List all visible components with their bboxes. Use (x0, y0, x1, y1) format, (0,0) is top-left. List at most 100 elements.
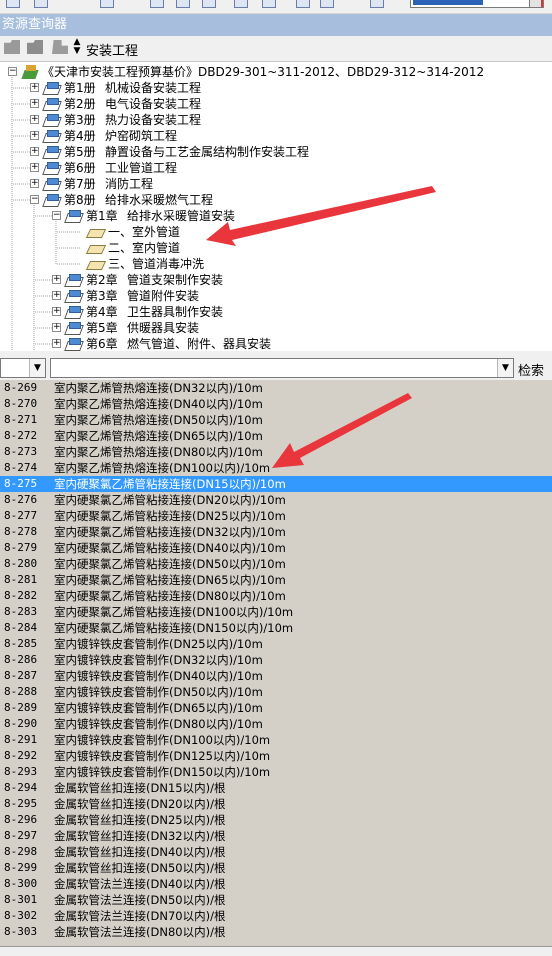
category-dropdown[interactable]: ▼ (0, 358, 46, 378)
tree-section-1[interactable]: 一、室外管道 (0, 224, 552, 240)
list-item[interactable]: 8-291 室内镀锌铁皮套管制作(DN100以内)/10m (0, 732, 552, 748)
list-item[interactable]: 8-273 室内聚乙烯管热熔连接(DN80以内)/10m (0, 444, 552, 460)
list-item[interactable]: 8-296 金属软管丝扣连接(DN25以内)/根 (0, 812, 552, 828)
expand-icon[interactable]: + (30, 131, 39, 140)
toolbar-icon[interactable] (370, 0, 384, 8)
expand-icon[interactable]: + (52, 307, 61, 316)
tree-volume-2[interactable]: + 第2册 电气设备安装工程 (0, 96, 552, 112)
toolbar-combo-button[interactable] (529, 0, 543, 7)
tree-node-label: 管道附件安装 (127, 289, 200, 303)
toolbar-icon[interactable] (296, 0, 310, 8)
list-item[interactable]: 8-292 室内镀锌铁皮套管制作(DN125以内)/10m (0, 748, 552, 764)
list-item[interactable]: 8-280 室内硬聚氯乙烯管粘接连接(DN50以内)/10m (0, 556, 552, 572)
tree-section-3[interactable]: 三、管道消毒冲洗 (0, 256, 552, 272)
open-folder-icon[interactable] (4, 40, 20, 54)
quota-code: 8-273 (4, 445, 38, 458)
tree-section-2[interactable]: 二、室内管道 (0, 240, 552, 256)
list-item[interactable]: 8-271 室内聚乙烯管热熔连接(DN50以内)/10m (0, 412, 552, 428)
tree-volume-8[interactable]: − 第8册 给排水采暖燃气工程 (0, 192, 552, 208)
tree-volume-4[interactable]: + 第4册 炉窑砌筑工程 (0, 128, 552, 144)
toolbar-icon[interactable] (320, 0, 334, 8)
tree-volume-7[interactable]: + 第7册 消防工程 (0, 176, 552, 192)
collapse-icon[interactable]: − (30, 195, 39, 204)
list-item[interactable]: 8-298 金属软管丝扣连接(DN40以内)/根 (0, 844, 552, 860)
tree-chapter-4[interactable]: + 第4章 卫生器具制作安装 (0, 304, 552, 320)
list-item[interactable]: 8-303 金属软管法兰连接(DN80以内)/根 (0, 924, 552, 940)
list-item[interactable]: 8-301 金属软管法兰连接(DN50以内)/根 (0, 892, 552, 908)
sub-toolbar: ▲ ▼ 安装工程 (0, 36, 552, 60)
list-item[interactable]: 8-283 室内硬聚氯乙烯管粘接连接(DN100以内)/10m (0, 604, 552, 620)
list-item[interactable]: 8-277 室内硬聚氯乙烯管粘接连接(DN25以内)/10m (0, 508, 552, 524)
tree-volume-3[interactable]: + 第3册 热力设备安装工程 (0, 112, 552, 128)
list-item[interactable]: 8-302 金属软管法兰连接(DN70以内)/根 (0, 908, 552, 924)
expand-icon[interactable]: + (30, 179, 39, 188)
book-icon (66, 274, 82, 286)
list-item[interactable]: 8-285 室内镀锌铁皮套管制作(DN25以内)/10m (0, 636, 552, 652)
list-item[interactable]: 8-279 室内硬聚氯乙烯管粘接连接(DN40以内)/10m (0, 540, 552, 556)
expand-icon[interactable]: + (52, 323, 61, 332)
list-item[interactable]: 8-300 金属软管法兰连接(DN40以内)/根 (0, 876, 552, 892)
list-item[interactable]: 8-290 室内镀锌铁皮套管制作(DN80以内)/10m (0, 716, 552, 732)
tree-view[interactable]: − 《天津市安装工程预算基价》DBD29-301~311-2012、DBD29-3… (0, 61, 552, 351)
tree-chapter-5[interactable]: + 第5章 供暖器具安装 (0, 320, 552, 336)
up-down-arrows-icon[interactable]: ▲ ▼ (73, 38, 81, 58)
tree-chapter-3[interactable]: + 第3章 管道附件安装 (0, 288, 552, 304)
tree-volume-6[interactable]: + 第6册 工业管道工程 (0, 160, 552, 176)
toolbar-icon[interactable] (34, 0, 48, 8)
expand-icon[interactable]: + (30, 163, 39, 172)
toolbar-icon[interactable] (176, 0, 190, 8)
list-item[interactable]: 8-284 室内硬聚氯乙烯管粘接连接(DN150以内)/10m (0, 620, 552, 636)
toolbar-icon[interactable] (100, 0, 114, 8)
expand-icon[interactable]: + (30, 115, 39, 124)
quota-list[interactable]: 8-269 室内聚乙烯管热熔连接(DN32以内)/10m 8-270 室内聚乙烯管热熔… (0, 380, 552, 946)
list-item[interactable]: 8-289 室内镀锌铁皮套管制作(DN65以内)/10m (0, 700, 552, 716)
collapse-icon[interactable]: − (8, 67, 17, 76)
chevron-down-icon[interactable]: ▼ (497, 359, 513, 377)
collapse-icon[interactable]: − (52, 211, 61, 220)
expand-icon[interactable]: + (30, 99, 39, 108)
toolbar-icon[interactable] (262, 0, 276, 8)
search-input[interactable]: ▼ (50, 358, 514, 378)
tree-chapter-6[interactable]: + 第6章 燃气管道、附件、器具安装 (0, 336, 552, 351)
tree-chapter-1[interactable]: − 第1章 给排水采暖管道安装 (0, 208, 552, 224)
tree-node-number: 第1册 (64, 81, 96, 95)
status-bar (0, 946, 552, 956)
list-item[interactable]: 8-272 室内聚乙烯管热熔连接(DN65以内)/10m (0, 428, 552, 444)
toolbar-combo[interactable] (410, 0, 544, 8)
expand-icon[interactable]: + (52, 291, 61, 300)
tree-volume-1[interactable]: + 第1册 机械设备安装工程 (0, 80, 552, 96)
list-item[interactable]: 8-288 室内镀锌铁皮套管制作(DN50以内)/10m (0, 684, 552, 700)
tree-node-number: 第7册 (64, 177, 96, 191)
list-item-selected[interactable]: 8-275 室内硬聚氯乙烯管粘接连接(DN15以内)/10m (0, 476, 552, 492)
toolbar-icon[interactable] (202, 0, 216, 8)
stack-icon[interactable] (52, 40, 68, 54)
expand-icon[interactable]: + (52, 339, 61, 348)
list-item[interactable]: 8-269 室内聚乙烯管热熔连接(DN32以内)/10m (0, 380, 552, 396)
list-item[interactable]: 8-274 室内聚乙烯管热熔连接(DN100以内)/10m (0, 460, 552, 476)
list-item[interactable]: 8-293 室内镀锌铁皮套管制作(DN150以内)/10m (0, 764, 552, 780)
list-item[interactable]: 8-295 金属软管丝扣连接(DN20以内)/根 (0, 796, 552, 812)
quota-code: 8-303 (4, 925, 38, 938)
search-button[interactable]: 检索 (518, 360, 544, 379)
list-item[interactable]: 8-278 室内硬聚氯乙烯管粘接连接(DN32以内)/10m (0, 524, 552, 540)
tree-root[interactable]: − 《天津市安装工程预算基价》DBD29-301~311-2012、DBD29-3… (0, 64, 552, 80)
expand-icon[interactable]: + (30, 83, 39, 92)
folder-icon[interactable] (27, 40, 43, 54)
list-item[interactable]: 8-297 金属软管丝扣连接(DN32以内)/根 (0, 828, 552, 844)
list-item[interactable]: 8-287 室内镀锌铁皮套管制作(DN40以内)/10m (0, 668, 552, 684)
tree-chapter-2[interactable]: + 第2章 管道支架制作安装 (0, 272, 552, 288)
toolbar-icon[interactable] (150, 0, 164, 8)
toolbar-icon[interactable] (234, 0, 248, 8)
list-item[interactable]: 8-281 室内硬聚氯乙烯管粘接连接(DN65以内)/10m (0, 572, 552, 588)
list-item[interactable]: 8-286 室内镀锌铁皮套管制作(DN32以内)/10m (0, 652, 552, 668)
expand-icon[interactable]: + (52, 275, 61, 284)
list-item[interactable]: 8-276 室内硬聚氯乙烯管粘接连接(DN20以内)/10m (0, 492, 552, 508)
expand-icon[interactable]: + (30, 147, 39, 156)
toolbar-icon[interactable] (6, 0, 20, 8)
list-item[interactable]: 8-299 金属软管丝扣连接(DN50以内)/根 (0, 860, 552, 876)
list-item[interactable]: 8-270 室内聚乙烯管热熔连接(DN40以内)/10m (0, 396, 552, 412)
tree-volume-5[interactable]: + 第5册 静置设备与工艺金属结构制作安装工程 (0, 144, 552, 160)
chevron-down-icon[interactable]: ▼ (29, 359, 45, 377)
list-item[interactable]: 8-282 室内硬聚氯乙烯管粘接连接(DN80以内)/10m (0, 588, 552, 604)
list-item[interactable]: 8-294 金属软管丝扣连接(DN15以内)/根 (0, 780, 552, 796)
